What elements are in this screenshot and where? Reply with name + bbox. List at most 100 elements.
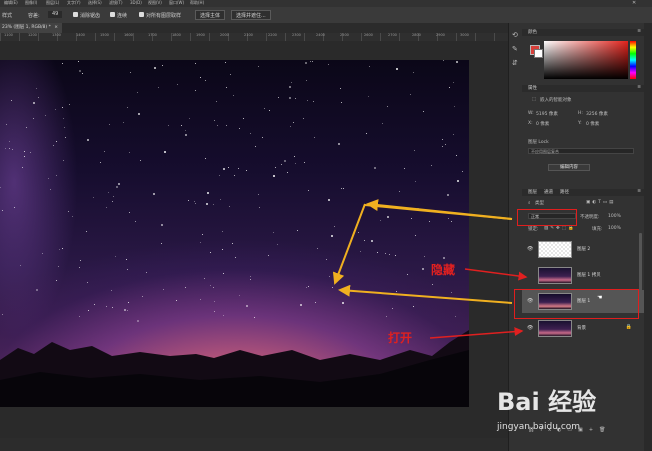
x-value[interactable]: 0 像素 <box>536 121 549 127</box>
antialias-label: 消除锯齿 <box>80 13 101 19</box>
y-label: Y: <box>578 121 582 126</box>
tab-paths[interactable]: 路径 <box>560 189 569 195</box>
window-close-icon[interactable]: ✕ <box>632 0 636 6</box>
menu-item-3d[interactable]: 3D(D) <box>130 0 142 5</box>
opacity-label: 不透明度: <box>580 215 600 220</box>
ruler-tick-label: 1800 <box>172 33 181 37</box>
x-label: X: <box>528 121 533 126</box>
hue-slider[interactable] <box>630 41 636 79</box>
history-icon[interactable]: ⟲ <box>512 31 518 39</box>
layer-comp-label: 图层 Lock <box>528 140 549 145</box>
panel-menu-icon[interactable]: ≡ <box>637 29 641 34</box>
properties-panel-title: 属性 <box>528 86 537 91</box>
select-subject-button[interactable]: 选择主体 <box>195 10 226 20</box>
menu-bar: 编辑(E) 图像(I) 图层(L) 文字(Y) 选择(S) 滤镜(T) 3D(D… <box>0 0 652 7</box>
select-and-mask-button[interactable]: 选择并遮住... <box>231 10 271 20</box>
lock-label: 锁定: <box>528 227 539 232</box>
mode-label: 样式 <box>2 13 13 19</box>
layer1-highlight-box <box>514 289 639 319</box>
background-color-swatch[interactable] <box>534 49 543 58</box>
layer-name[interactable]: 背景 <box>577 325 586 331</box>
filter-icons[interactable]: ▣◐T▭▤ <box>586 200 615 205</box>
annotation-open-label: 打开 <box>388 331 413 345</box>
height-label: H: <box>578 111 583 116</box>
width-value[interactable]: 5195 像素 <box>536 111 558 117</box>
contiguous-label: 连续 <box>117 13 128 19</box>
layer-row-background[interactable]: 👁 背景 🔒 <box>522 317 644 340</box>
ruler-tick-label: 2800 <box>412 33 421 37</box>
ruler-tick-label: 1100 <box>4 33 13 37</box>
menu-item-filter[interactable]: 滤镜(T) <box>109 0 123 6</box>
menu-item-help[interactable]: 帮助(H) <box>190 0 204 6</box>
smart-object-icon: ⬚ <box>532 97 537 102</box>
panel-menu-icon[interactable]: ≡ <box>637 189 641 194</box>
fill-value[interactable]: 100% <box>608 226 621 231</box>
lock-icon: 🔒 <box>625 324 632 330</box>
tab-layers[interactable]: 图层 <box>528 189 537 195</box>
layer-name[interactable]: 图层 2 <box>577 246 590 252</box>
layer-comp-field[interactable]: 不应用图层复合 <box>528 148 634 154</box>
ruler-tick-label: 1900 <box>196 33 205 37</box>
mountain-silhouette <box>0 330 469 407</box>
sample-all-checkbox[interactable] <box>139 12 144 17</box>
ruler-tick-label: 1500 <box>100 33 109 37</box>
panel-menu-icon[interactable]: ≡ <box>637 85 641 90</box>
properties-subtitle: 嵌入的智能对象 <box>540 98 572 103</box>
tab-close-icon[interactable]: × <box>54 25 58 30</box>
edit-contents-button[interactable]: 编辑内容 <box>548 164 590 171</box>
opacity-value[interactable]: 100% <box>608 214 621 219</box>
ruler-tick-label: 1700 <box>148 33 157 37</box>
menu-item-view[interactable]: 视图(V) <box>148 0 162 6</box>
layer-thumbnail <box>538 320 572 337</box>
ruler-tick-label: 2900 <box>436 33 445 37</box>
adjust-icon[interactable]: ⇵ <box>512 59 518 67</box>
ruler-tick-label: 1200 <box>28 33 37 37</box>
ruler-tick-label: 2200 <box>268 33 277 37</box>
contiguous-checkbox[interactable] <box>110 12 115 17</box>
eye-icon-hidden[interactable]: 👁 <box>527 272 533 278</box>
starry-sky-image[interactable] <box>0 60 469 407</box>
document-tab[interactable]: 23% (图层 1, RGB/8) * × <box>0 23 62 33</box>
filter-search-icon[interactable]: ⌕ <box>528 200 531 206</box>
watermark-logo-text: Bai 经验 <box>497 388 597 416</box>
layers-scrollbar[interactable] <box>639 233 642 293</box>
ruler-tick-label: 2000 <box>220 33 229 37</box>
eye-icon[interactable]: 👁 <box>527 246 533 252</box>
layer-row-layer1-copy[interactable]: 👁 图层 1 拷贝 <box>522 264 644 287</box>
menu-item-layer[interactable]: 图层(L) <box>46 0 59 6</box>
brush-icon[interactable]: ✎ <box>512 45 518 53</box>
ruler-tick-label: 1600 <box>124 33 133 37</box>
baidu-watermark: Bai 经验 jingyan.baidu.com <box>497 378 647 432</box>
tolerance-label: 容差: <box>28 13 40 19</box>
layer-thumbnail <box>538 241 572 258</box>
blend-mode-highlight-box <box>517 209 577 226</box>
eye-icon[interactable]: 👁 <box>527 325 533 331</box>
menu-item-select[interactable]: 选择(S) <box>88 0 102 6</box>
watermark-url: jingyan.baidu.com <box>497 422 581 432</box>
layer-name[interactable]: 图层 1 拷贝 <box>577 272 601 278</box>
menu-item-type[interactable]: 文字(Y) <box>67 0 81 6</box>
fill-label: 填充: <box>592 227 603 232</box>
sample-all-label: 对所有图层取样 <box>146 13 182 19</box>
properties-panel-header: 属性 ≡ <box>522 85 644 92</box>
width-label: W: <box>528 111 534 116</box>
ruler-tick-label: 2400 <box>316 33 325 37</box>
height-value[interactable]: 3256 像素 <box>586 111 608 117</box>
annotation-hide-label: 隐藏 <box>431 263 456 277</box>
color-picker-field[interactable] <box>544 41 628 79</box>
ruler-tick-label: 1400 <box>76 33 85 37</box>
document-tab-title: 23% (图层 1, RGB/8) * <box>2 25 51 30</box>
layer-row-layer2[interactable]: 👁 图层 2 <box>522 238 644 261</box>
color-panel-title: 颜色 <box>528 30 537 35</box>
menu-item-edit[interactable]: 编辑(E) <box>4 0 18 6</box>
lock-icons[interactable]: ▨✎✥⬚🔒 <box>544 226 576 231</box>
filter-kind-label[interactable]: 类型 <box>535 200 544 206</box>
menu-item-image[interactable]: 图像(I) <box>25 0 37 6</box>
y-value[interactable]: 0 像素 <box>586 121 599 127</box>
tolerance-input[interactable]: 49 <box>48 11 63 18</box>
menu-item-window[interactable]: 窗口(W) <box>169 0 184 6</box>
options-bar: 样式 容差: 49 消除锯齿 连续 对所有图层取样 选择主体 选择并遮住... <box>0 7 652 24</box>
tab-channels[interactable]: 通道 <box>544 189 553 195</box>
antialias-checkbox[interactable] <box>73 12 78 17</box>
layer-thumbnail <box>538 267 572 284</box>
